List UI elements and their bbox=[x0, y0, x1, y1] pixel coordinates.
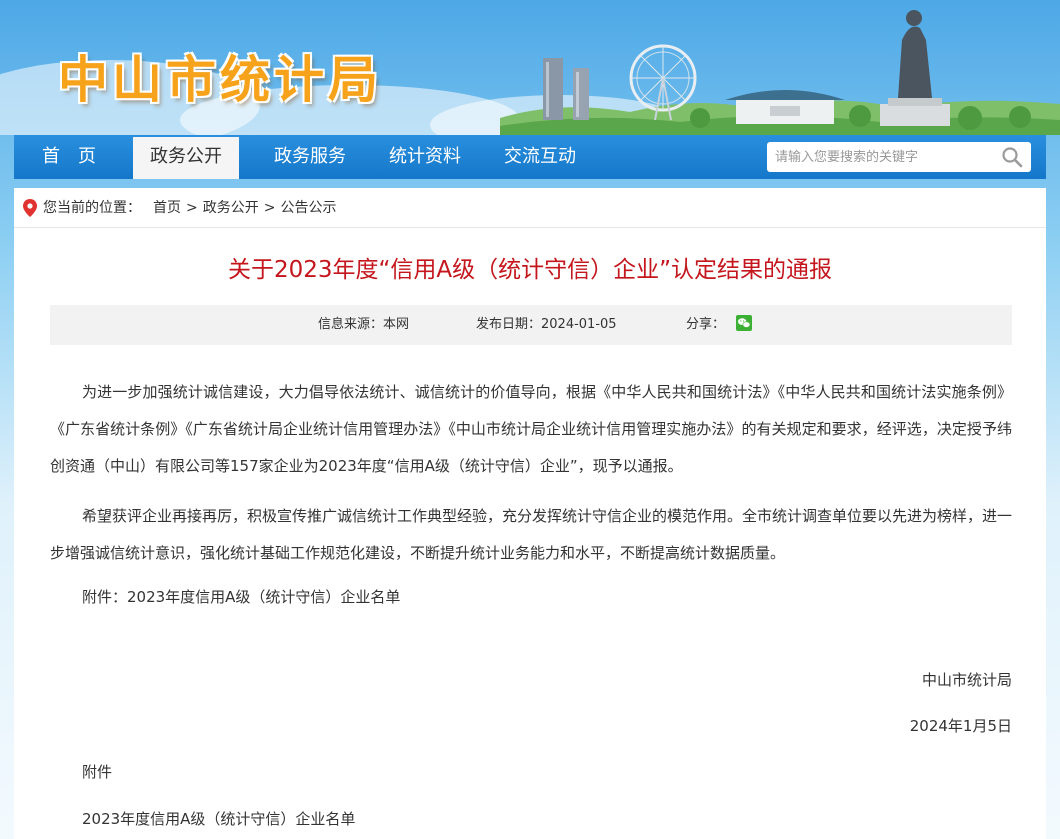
search-icon[interactable] bbox=[1001, 146, 1023, 168]
attachment-title: 2023年度信用A级（统计守信）企业名单 bbox=[82, 810, 356, 828]
nav-item-gov-affairs-public[interactable]: 政务公开 bbox=[133, 137, 239, 179]
article-title: 关于2023年度“信用A级（统计守信）企业”认定结果的通报 bbox=[227, 257, 833, 283]
article-publish-date: 发布日期：2024-01-05 bbox=[476, 317, 617, 332]
tree-shape bbox=[1009, 106, 1031, 128]
tower-shape bbox=[573, 68, 589, 120]
article-body: 为进一步加强统计诚信建设，大力倡导依法统计、诚信统计的价值导向，根据《中华人民共… bbox=[50, 374, 1012, 616]
breadcrumb-item-announcements[interactable]: 公告公示 bbox=[280, 200, 336, 216]
tower-shape bbox=[546, 62, 549, 117]
tree-shape bbox=[958, 106, 982, 130]
article-meta-bar: 信息来源：本网 发布日期：2024-01-05 分享： bbox=[50, 305, 1012, 345]
signature-date: 2024年1月5日 bbox=[909, 717, 1012, 735]
signature-organization: 中山市统计局 bbox=[921, 671, 1012, 689]
breadcrumb-links: 首页 > 政务公开 > 公告公示 bbox=[153, 188, 336, 228]
search-box bbox=[767, 142, 1031, 172]
tree-shape bbox=[849, 105, 871, 127]
tower-shape bbox=[576, 72, 579, 117]
article-paragraph: 为进一步加强统计诚信建设，大力倡导依法统计、诚信统计的价值导向，根据《中华人民共… bbox=[50, 383, 1012, 475]
breadcrumb-separator: > bbox=[263, 200, 276, 216]
breadcrumb-item-gov-affairs-public[interactable]: 政务公开 bbox=[203, 200, 259, 216]
breadcrumb-label: 您当前的位置： bbox=[43, 200, 141, 216]
breadcrumb: 您当前的位置： 首页 > 政务公开 > 公告公示 bbox=[14, 188, 1046, 228]
site-title-logo[interactable]: 中山市统计局 bbox=[58, 40, 382, 112]
nav-item-gov-services[interactable]: 政务服务 bbox=[255, 135, 365, 179]
site-banner: 中山市统计局 bbox=[0, 0, 1060, 135]
location-pin-icon bbox=[23, 199, 37, 217]
city-scenery-illustration bbox=[500, 10, 1060, 135]
share-label: 分享： bbox=[686, 317, 726, 332]
statue-shape bbox=[880, 10, 950, 126]
wechat-share-icon[interactable] bbox=[736, 315, 752, 331]
pavilion-shape bbox=[725, 90, 845, 124]
nav-item-home[interactable]: 首 页 bbox=[14, 135, 124, 179]
nav-item-statistics-data[interactable]: 统计资料 bbox=[370, 135, 480, 179]
article-paragraph: 希望获评企业再接再厉，积极宣传推广诚信统计工作典型经验，充分发挥统计守信企业的模… bbox=[50, 507, 1013, 562]
breadcrumb-separator: > bbox=[186, 200, 198, 216]
content-panel: 您当前的位置： 首页 > 政务公开 > 公告公示 关于2023年度“信用A级（统计守信）… bbox=[14, 188, 1046, 839]
article-source: 信息来源：本网 bbox=[318, 317, 410, 332]
main-nav: 首 页 政务公开 政务服务 统计资料 交流互动 bbox=[14, 135, 1046, 179]
nav-item-interaction[interactable]: 交流互动 bbox=[485, 135, 595, 179]
tree-shape bbox=[690, 108, 710, 128]
attachment-heading: 附件 bbox=[82, 763, 113, 781]
breadcrumb-item-home[interactable]: 首页 bbox=[153, 200, 181, 216]
search-input[interactable] bbox=[767, 142, 997, 172]
attachment-link[interactable]: 附件：2023年度信用A级（统计守信）企业名单 bbox=[50, 579, 1012, 616]
